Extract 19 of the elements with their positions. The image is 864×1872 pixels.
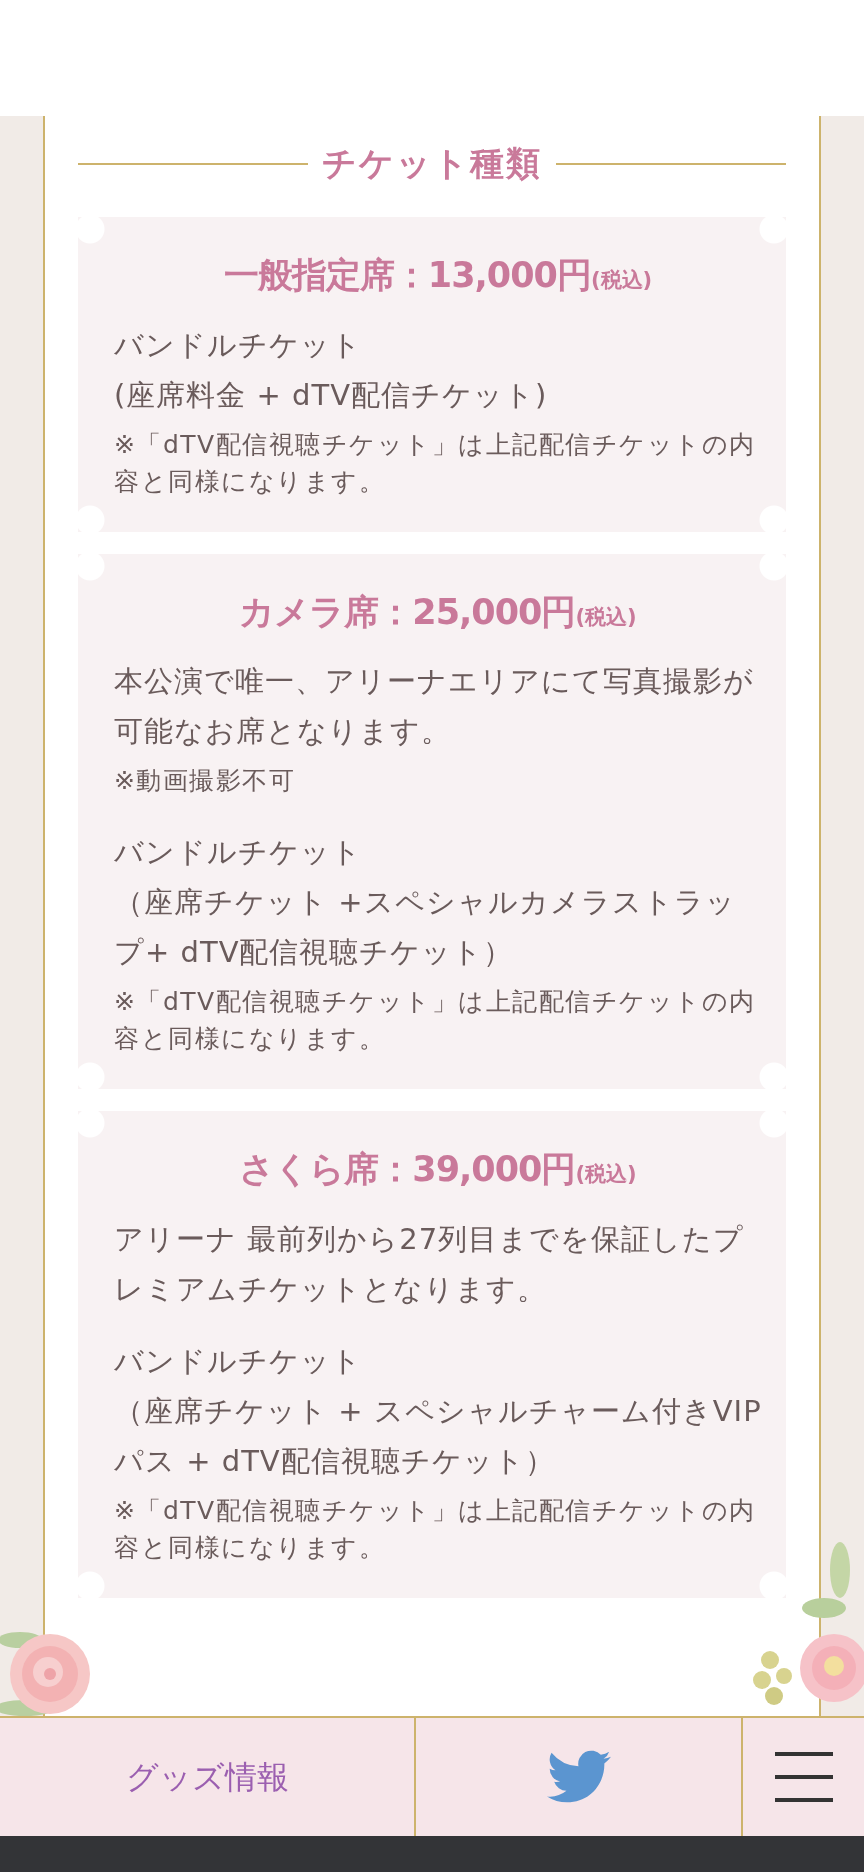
menu-icon[interactable] (774, 1752, 833, 1802)
twitter-bird-icon[interactable] (546, 1750, 611, 1804)
description-text: 本公演で唯一、アリーナエリアにて写真撮影が可能なお席となります。 (114, 663, 755, 750)
note-text: ※「dTV配信視聴チケット」は上記配信チケットの内容と同様になります。 (114, 428, 757, 498)
description-text: バンドルチケット （座席チケット + スペシャルチャーム付きVIPパス + dTV配信視聴チケット） (114, 1342, 762, 1480)
section-title: チケット種類 (322, 142, 542, 185)
description-text: アリーナ 最前列から27列目までを保証したプレミアムチケットとなります。 (114, 1220, 746, 1308)
tax-note: (税込) (590, 268, 653, 292)
tax-note: (税込) (575, 604, 637, 629)
ticket-title: さくら席：39,000円 (239, 1149, 576, 1189)
goods-link[interactable]: グッズ情報 (125, 1753, 289, 1801)
ticket-title: 一般指定席：13,000円 (223, 255, 591, 295)
description-text: バンドルチケット （座席チケット +スペシャルカメラストラップ+ dTV配信視聴チケット） (114, 834, 737, 971)
note-text: ※「dTV配信視聴チケット」は上記配信チケットの内容と同様になります。 (114, 1494, 757, 1564)
description-text: バンドルチケット (座席料金 + dTV配信チケット) (114, 326, 549, 414)
note-text: ※「dTV配信視聴チケット」は上記配信チケットの内容と同様になります。 (114, 986, 757, 1055)
tax-note: (税込) (575, 1162, 637, 1186)
note-text: ※動画撮影不可 (114, 765, 297, 797)
ticket-title: カメラ席：25,000円 (239, 591, 576, 632)
